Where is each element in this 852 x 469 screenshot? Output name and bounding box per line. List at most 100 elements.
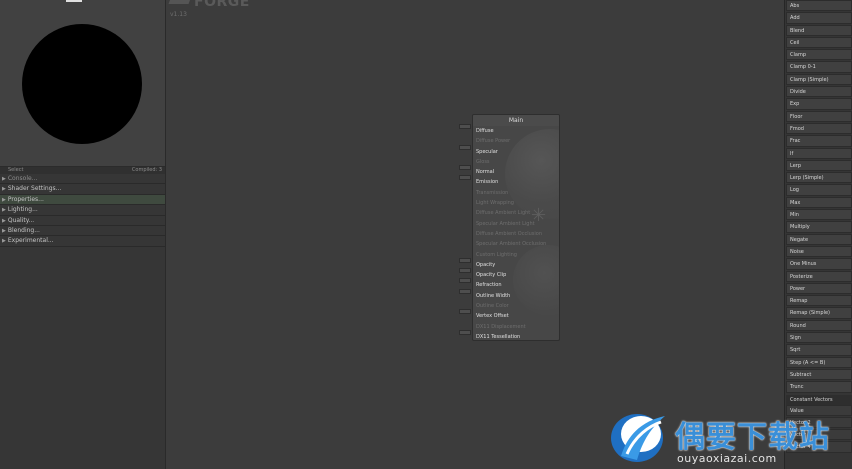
node-list-item[interactable]: Lerp (Simple)	[786, 172, 852, 184]
node-list-item[interactable]: Lerp	[786, 159, 852, 172]
node-input[interactable]: Opacity	[473, 260, 559, 270]
main-node-inputs: Diffuse Diffuse Power Specular Gloss Normal E…	[473, 126, 559, 340]
node-list-item[interactable]: Abs	[786, 0, 852, 12]
node-list-item[interactable]: Trunc	[786, 381, 852, 393]
node-list-item[interactable]: Blend	[786, 24, 852, 36]
app-logo: FORGE	[168, 0, 260, 10]
node-input[interactable]: Emission	[473, 177, 559, 187]
input-socket[interactable]	[459, 124, 471, 129]
expand-arrow-icon: ▶	[2, 176, 6, 182]
section-2[interactable]: ▶ Properties...	[0, 194, 165, 206]
node-list-item[interactable]: Clamp	[786, 49, 852, 61]
node-list-item[interactable]: Step (A <= B)	[786, 356, 852, 368]
node-input[interactable]: Outline Width	[473, 291, 559, 301]
node-list-item[interactable]: Ceil	[786, 36, 852, 49]
section-label: Blending...	[7, 226, 40, 234]
main-node-sockets	[459, 124, 471, 340]
section-3[interactable]: ▶ Lighting...	[0, 205, 165, 216]
node-input[interactable]: Specular Ambient Occlusion	[473, 239, 559, 249]
node-input[interactable]: Diffuse	[473, 126, 559, 136]
node-input[interactable]: Diffuse Ambient Occlusion	[473, 229, 559, 239]
node-input[interactable]: Outline Color	[473, 301, 559, 311]
node-list-item[interactable]: Frac	[786, 135, 852, 147]
section-5[interactable]: ▶ Blending...	[0, 226, 165, 237]
input-socket[interactable]	[459, 268, 471, 274]
node-list-item[interactable]: Fmod	[786, 122, 852, 135]
section-0[interactable]: ▶ Console...	[0, 174, 165, 185]
node-list-item[interactable]: Sign	[786, 332, 852, 344]
expand-arrow-icon: ▶	[2, 196, 6, 203]
section-label: Console...	[7, 175, 38, 182]
node-list-item[interactable]: Add	[786, 12, 852, 24]
expand-arrow-icon: ▶	[2, 217, 6, 224]
node-list-item[interactable]: Negate	[786, 233, 852, 245]
node-list-item[interactable]: Log	[786, 184, 852, 196]
watermark-title: 偶要下载站	[675, 420, 830, 455]
node-list-item[interactable]: Min	[786, 209, 852, 221]
preview-footer-right: Compiled: 3	[131, 167, 162, 173]
node-list-item[interactable]: Clamp (Simple)	[786, 73, 852, 86]
watermark-url: ouyaoxiazai.com	[677, 452, 777, 465]
section-label: Experimental...	[7, 237, 54, 245]
logo-text: FORGE	[194, 0, 250, 10]
node-list-item[interactable]: Round	[786, 319, 852, 332]
node-input[interactable]: Opacity Clip	[473, 270, 559, 280]
input-socket[interactable]	[459, 144, 471, 150]
section-4[interactable]: ▶ Quality...	[0, 216, 165, 226]
section-label: Quality...	[7, 216, 35, 224]
node-list-item[interactable]: Noise	[786, 245, 852, 258]
settings-sections: ▶ Console... ▶ Shader Settings... ▶ Propertie…	[0, 174, 165, 247]
node-list-item[interactable]: Exp	[786, 98, 852, 110]
section-6[interactable]: ▶ Experimental...	[0, 236, 165, 247]
node-input[interactable]: Diffuse Ambient Light	[473, 208, 559, 218]
node-input[interactable]: Specular Ambient Light	[473, 219, 559, 229]
input-socket[interactable]	[459, 165, 471, 171]
expand-arrow-icon: ▶	[2, 207, 6, 214]
watermark: 偶要下载站 ouyaoxiazai.com	[607, 410, 847, 469]
input-socket[interactable]	[459, 288, 471, 294]
node-list-item[interactable]: Posterize	[786, 270, 852, 282]
node-input[interactable]: Diffuse Power	[473, 136, 559, 146]
node-list-item[interactable]: One Minus	[786, 258, 852, 270]
input-socket[interactable]	[459, 278, 471, 284]
node-input[interactable]: Specular	[473, 147, 559, 157]
section-1[interactable]: ▶ Shader Settings...	[0, 184, 165, 195]
constant-vectors-header[interactable]: Constant Vectors	[786, 394, 852, 405]
preview-footer: Select Compiled: 3	[0, 167, 165, 174]
preview-sphere[interactable]	[22, 24, 142, 144]
input-socket[interactable]	[459, 309, 471, 315]
node-list-item[interactable]: Clamp 0-1	[786, 61, 852, 73]
main-node[interactable]: ✳ Main Diffuse Diffuse Power Specular Gloss…	[472, 114, 560, 341]
node-list-item[interactable]: Power	[786, 282, 852, 295]
node-input[interactable]: DX11 Displacement	[473, 322, 559, 332]
main-node-title[interactable]: Main	[473, 115, 559, 126]
input-socket[interactable]	[459, 329, 471, 335]
material-preview[interactable]	[0, 0, 165, 167]
node-list-item[interactable]: Subtract	[786, 368, 852, 381]
preview-footer-left: Select	[8, 167, 24, 173]
node-browser: Abs Add Blend Ceil Clamp Clamp 0-1 Clamp (Simp…	[784, 0, 852, 469]
node-input[interactable]: Vertex Offset	[473, 311, 559, 321]
node-input[interactable]: Light Wrapping	[473, 198, 559, 208]
node-list-item[interactable]: Sqrt	[786, 344, 852, 356]
input-socket[interactable]	[459, 175, 471, 181]
preview-tab-indicator	[66, 0, 82, 2]
node-input[interactable]: DX11 Tessellation	[473, 332, 559, 340]
node-list-item[interactable]: Divide	[786, 86, 852, 98]
node-input[interactable]: Gloss	[473, 157, 559, 167]
section-label: Shader Settings...	[7, 185, 62, 193]
node-input[interactable]: Transmission	[473, 188, 559, 198]
version-label: v1.13	[170, 11, 187, 18]
node-list-item[interactable]: Floor	[786, 110, 852, 122]
expand-arrow-icon: ▶	[2, 227, 6, 234]
node-list-item[interactable]: If	[786, 147, 852, 159]
node-list-item[interactable]: Max	[786, 196, 852, 209]
node-input[interactable]: Custom Lighting	[473, 250, 559, 260]
node-list-item[interactable]: Multiply	[786, 221, 852, 233]
input-socket[interactable]	[459, 257, 471, 263]
node-input[interactable]: Refraction	[473, 280, 559, 290]
node-list-item[interactable]: Remap	[786, 295, 852, 307]
node-list-item[interactable]: Remap (Simple)	[786, 307, 852, 319]
expand-arrow-icon: ▶	[2, 186, 6, 193]
node-input[interactable]: Normal	[473, 167, 559, 177]
